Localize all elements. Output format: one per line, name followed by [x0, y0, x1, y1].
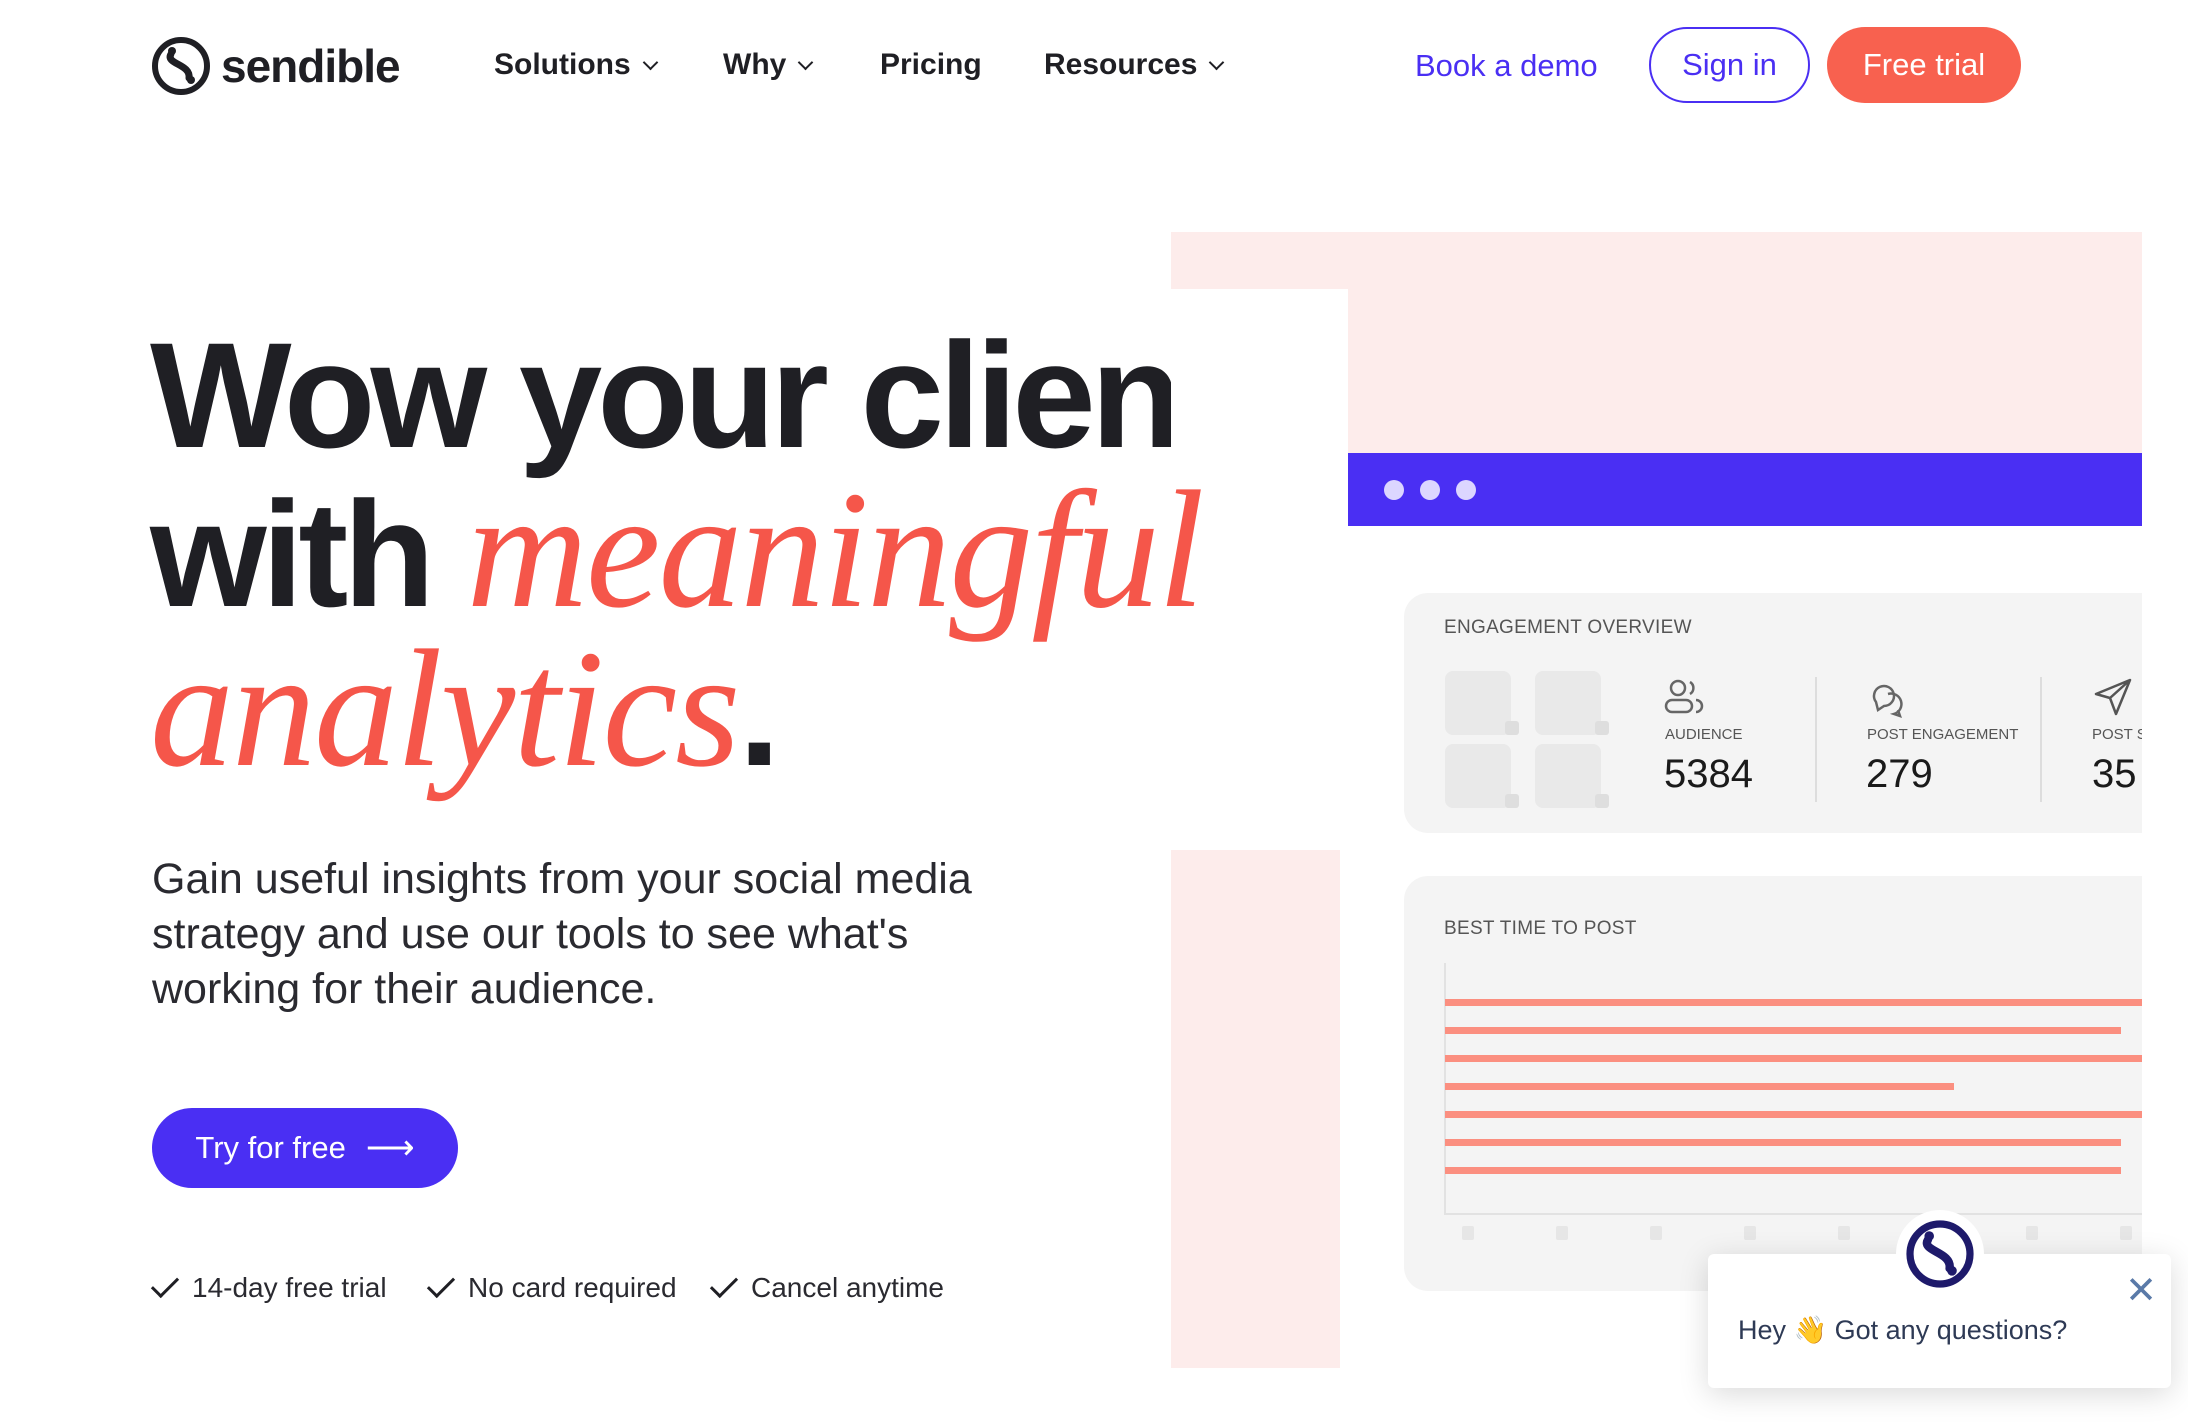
nav-label: Pricing: [880, 48, 982, 81]
metric-label: AUDIENCE: [1665, 726, 1743, 743]
headline-period: .: [738, 629, 781, 797]
chart-tick: [1838, 1226, 1850, 1240]
check-label: 14-day free trial: [192, 1272, 387, 1303]
metric-divider: [1815, 677, 1817, 802]
arrow-right-icon: ⟶: [365, 1129, 415, 1167]
checkmark-icon: [150, 1269, 180, 1299]
chat-bubbles-icon: [1872, 684, 1903, 718]
headline-italic-analytics: analytics: [150, 616, 741, 802]
window-dot: [1384, 480, 1404, 500]
chart-bar: [1445, 1167, 2122, 1174]
headline-line-3: analytics.: [150, 625, 1301, 793]
cta-label: Try for free: [195, 1130, 346, 1165]
users-icon: [1664, 679, 1704, 714]
chevron-down-icon: [798, 54, 814, 70]
chart-bar: [1445, 1055, 2142, 1062]
metric-value: 35: [2092, 752, 2137, 796]
chart-tick: [1556, 1226, 1568, 1240]
check-label: Cancel anytime: [751, 1272, 944, 1303]
decorative-notch: [1171, 289, 1348, 459]
chart-tick: [1650, 1226, 1662, 1240]
sign-in-button[interactable]: Sign in: [1649, 27, 1810, 103]
hero-headline: Wow your clients with meaningful analyti…: [150, 311, 1306, 794]
window-dot: [1420, 480, 1440, 500]
nav-solutions[interactable]: Solutions: [494, 48, 658, 82]
hero-description: Gain useful insights from your social me…: [152, 852, 972, 1017]
nav-pricing[interactable]: Pricing: [880, 48, 982, 82]
placeholder-tile: [1535, 744, 1609, 808]
metric-label: POST ENGAGEMENT: [1867, 726, 2019, 743]
nav-resources[interactable]: Resources: [1044, 48, 1225, 82]
check-label: No card required: [468, 1272, 677, 1303]
book-demo-link[interactable]: Book a demo: [1415, 48, 1598, 84]
nav-why[interactable]: Why: [723, 48, 814, 82]
metric-label: POST S: [2092, 726, 2142, 743]
chat-avatar[interactable]: [1896, 1210, 1984, 1298]
chart-tick: [2120, 1226, 2132, 1240]
check-item: 14-day free trial: [150, 1269, 387, 1304]
free-trial-button[interactable]: Free trial: [1827, 27, 2021, 103]
chevron-down-icon: [642, 54, 658, 70]
decorative-pink-panel-bottom: [1171, 850, 1340, 1368]
engagement-title: ENGAGEMENT OVERVIEW: [1444, 617, 1692, 638]
check-item: Cancel anytime: [709, 1269, 944, 1304]
description-line: Gain useful insights from your social me…: [152, 855, 972, 903]
nav-label: Resources: [1044, 48, 1198, 81]
headline-line-1: Wow your clients: [150, 311, 1306, 479]
chart-tick: [1744, 1226, 1756, 1240]
chart-x-axis: [1444, 1213, 2142, 1215]
chart-bar: [1445, 999, 2142, 1006]
check-item: No card required: [426, 1269, 677, 1304]
chat-close-icon[interactable]: ✕: [2125, 1272, 2157, 1310]
chart-bar: [1445, 1111, 2142, 1118]
chart-tick: [2026, 1226, 2038, 1240]
nav-label: Solutions: [494, 48, 631, 81]
chart-bar: [1445, 1139, 2122, 1146]
try-for-free-button[interactable]: Try for free ⟶: [152, 1108, 458, 1188]
send-icon: [2094, 678, 2132, 716]
placeholder-tile: [1445, 744, 1519, 808]
sendible-logo-icon: [152, 37, 210, 95]
placeholder-tile: [1535, 671, 1609, 735]
metric-overflow-clip: POST S 35: [2092, 720, 2142, 810]
metric-value: 279: [1866, 752, 1933, 796]
description-line: strategy and use our tools to see what's: [152, 910, 909, 958]
metric-divider: [2040, 677, 2042, 802]
chart-bar: [1445, 1027, 2122, 1034]
description-line: working for their audience.: [152, 965, 657, 1013]
headline-line-2: with meaningful: [150, 466, 1301, 634]
placeholder-tile: [1445, 671, 1519, 735]
chat-message: Hey 👋 Got any questions?: [1738, 1315, 2068, 1345]
window-dot: [1456, 480, 1476, 500]
sendible-logo-icon: [1906, 1220, 1974, 1288]
nav-label: Why: [723, 48, 787, 81]
headline-with: with: [150, 470, 467, 638]
metric-value: 5384: [1664, 752, 1753, 796]
logo-text: sendible: [221, 40, 401, 92]
chart-tick: [1462, 1226, 1474, 1240]
chart-bar: [1445, 1083, 1954, 1090]
logo[interactable]: sendible: [151, 36, 401, 96]
chevron-down-icon: [1209, 54, 1225, 70]
checkmark-icon: [709, 1269, 739, 1299]
best-time-title: BEST TIME TO POST: [1444, 918, 1637, 939]
checkmark-icon: [426, 1269, 456, 1299]
